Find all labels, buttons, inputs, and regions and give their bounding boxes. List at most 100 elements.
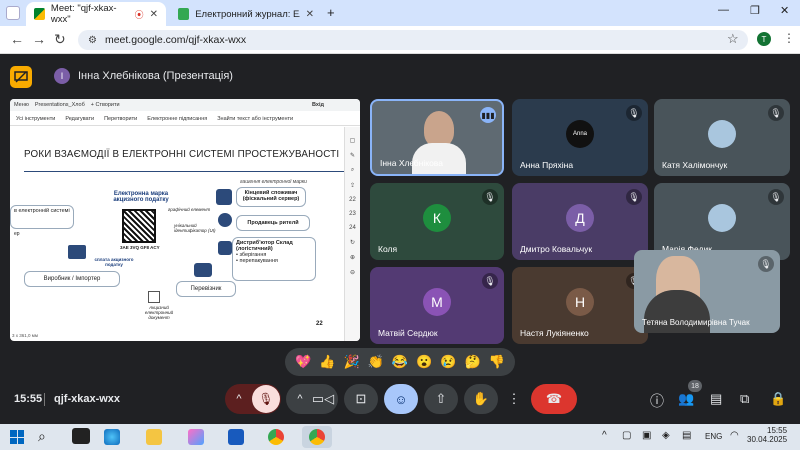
tray-app-icon[interactable]: ▣ bbox=[642, 430, 651, 441]
close-icon[interactable]: ✕ bbox=[306, 9, 314, 20]
restore-icon[interactable]: ❐ bbox=[750, 4, 760, 17]
captions-button[interactable]: ⊡ bbox=[344, 384, 378, 414]
activities-icon[interactable]: ⧉ bbox=[740, 391, 749, 407]
viewer-toolbar: Усі інструменти Редагувати Перетворити Е… bbox=[10, 112, 360, 126]
present-button[interactable]: ⇧ bbox=[424, 384, 458, 414]
viewer-tool: Перетворити bbox=[104, 115, 138, 122]
bookmark-star-icon[interactable]: ☆ bbox=[727, 31, 739, 47]
camera-button[interactable]: ▭◁ bbox=[311, 391, 335, 407]
task-view-icon[interactable] bbox=[72, 428, 90, 444]
minimize-icon[interactable]: — bbox=[718, 4, 729, 16]
document-icon bbox=[148, 291, 160, 303]
viewer-create: + Створити bbox=[90, 102, 120, 108]
word-icon[interactable] bbox=[228, 429, 244, 445]
edge-icon[interactable] bbox=[104, 429, 120, 445]
presentation-icon[interactable] bbox=[10, 66, 32, 88]
viewer-tool: Електронне підписання bbox=[147, 115, 208, 122]
browser-menu-icon[interactable]: ⋮ bbox=[783, 31, 795, 45]
divider bbox=[44, 393, 45, 406]
participant-tile[interactable]: 🎙 Катя Халімончук bbox=[654, 99, 790, 176]
present-screen-icon: ⇧ bbox=[435, 391, 447, 406]
reaction-party-button[interactable]: 🎉 bbox=[343, 354, 359, 370]
viewer-menu: Меню bbox=[14, 102, 29, 108]
reaction-thumbs-up-button[interactable]: 👍 bbox=[319, 354, 335, 370]
self-view-tile[interactable]: 🎙 Тетяна Володимирівна Тучак bbox=[634, 250, 780, 333]
emoji-button[interactable]: ☺ bbox=[384, 384, 418, 414]
chrome-active-task[interactable] bbox=[302, 426, 332, 448]
tray-chevron-icon[interactable]: ^ bbox=[602, 430, 607, 441]
close-icon[interactable]: ✕ bbox=[150, 9, 158, 20]
bullet-text: перепакування bbox=[239, 258, 278, 264]
tab-search-icon[interactable] bbox=[6, 6, 20, 20]
tab-meet[interactable]: Meet: "qjf-xkax-wxx" ⦿ ✕ bbox=[26, 2, 166, 26]
chrome-icon[interactable] bbox=[268, 429, 284, 445]
reload-icon[interactable]: ↻ bbox=[54, 31, 66, 48]
reaction-thumbs-down-button[interactable]: 👎 bbox=[489, 354, 505, 370]
viewer-side-panel: ▢ ✎ ⌕ ⇪ 22 23 24 ↻ ⊕ ⊖ bbox=[344, 127, 360, 341]
new-tab-button[interactable]: + bbox=[327, 5, 335, 20]
people-icon[interactable]: 👥 bbox=[678, 391, 694, 407]
tray-app-icon[interactable]: ▤ bbox=[682, 430, 691, 441]
mic-off-icon: 🎙 bbox=[482, 273, 498, 289]
url-bar[interactable]: ⚙ meet.google.com/qjf-xkax-wxx bbox=[78, 30, 748, 50]
mic-off-icon: 🎙 bbox=[626, 105, 642, 121]
clock-date: 30.04.2025 bbox=[747, 435, 788, 444]
mic-off-icon: 🎙 bbox=[768, 105, 784, 121]
slide-title: РОКИ ВЗАЄМОДІЇ В ЕЛЕКТРОННІ СИСТЕМІ ПРОС… bbox=[24, 149, 340, 160]
clock[interactable]: 15:55 30.04.2025 bbox=[747, 426, 787, 444]
tab-journal[interactable]: Електронний журнал: Електро ✕ bbox=[170, 2, 322, 26]
host-controls-icon[interactable]: 🔒 bbox=[770, 391, 786, 407]
reaction-heart-button[interactable]: 💖 bbox=[295, 354, 311, 370]
forward-icon[interactable]: → bbox=[32, 31, 46, 47]
more-options-button[interactable]: ⋮ bbox=[503, 384, 525, 414]
mic-options-chevron-icon[interactable]: ^ bbox=[226, 393, 252, 405]
participant-tile[interactable]: М 🎙 Матвій Сердюк bbox=[370, 267, 504, 344]
participant-tile[interactable]: К 🎙 Коля bbox=[370, 183, 504, 260]
mic-off-button[interactable]: 🎙 bbox=[252, 385, 280, 413]
reaction-surprised-button[interactable]: 😮 bbox=[416, 354, 432, 370]
file-explorer-icon[interactable] bbox=[146, 429, 162, 445]
tray-app-icon[interactable]: ▢ bbox=[622, 430, 631, 441]
reaction-laugh-button[interactable]: 😂 bbox=[392, 354, 408, 370]
chat-icon[interactable]: ▤ bbox=[710, 391, 722, 407]
profile-avatar[interactable]: T bbox=[757, 32, 771, 46]
participant-tile[interactable]: Д 🎙 Дмитро Ковальчук bbox=[512, 183, 648, 260]
participant-tile[interactable]: Anna 🎙 Анна Пряхіна bbox=[512, 99, 648, 176]
reaction-clap-button[interactable]: 👏 bbox=[368, 354, 384, 370]
raise-hand-button[interactable]: ✋ bbox=[464, 384, 498, 414]
participant-tile[interactable]: Н 🎙 Настя Лукіяненко bbox=[512, 267, 648, 344]
unique-id-label: унікальний ідентифікатор (UI) bbox=[174, 223, 216, 233]
participant-avatar bbox=[708, 203, 736, 232]
participant-name: Тетяна Володимирівна Тучак bbox=[642, 318, 750, 327]
tray-app-icon[interactable]: ◈ bbox=[662, 430, 670, 441]
reaction-thinking-button[interactable]: 🤔 bbox=[465, 354, 481, 370]
edit-icon: ✎ bbox=[349, 153, 356, 159]
mic-group: ^ 🎙 bbox=[225, 384, 281, 414]
language-indicator[interactable]: ENG bbox=[705, 432, 722, 441]
info-icon[interactable]: ⓘ bbox=[650, 391, 664, 411]
presentation-title: Інна Хлебнікова (Презентація) bbox=[78, 70, 233, 82]
taskbar bbox=[0, 424, 800, 450]
site-info-icon[interactable]: ⚙ bbox=[88, 35, 97, 46]
distributor-bullet: • перепакування bbox=[236, 258, 278, 264]
leave-call-button[interactable]: ☎ bbox=[531, 384, 577, 414]
reaction-sad-button[interactable]: 😢 bbox=[440, 354, 456, 370]
journal-favicon-icon bbox=[178, 8, 190, 20]
windows-start-icon[interactable] bbox=[10, 430, 24, 444]
viewer-file-tab: Presentations_Хлоб bbox=[34, 102, 85, 108]
search-icon[interactable]: ⌕ bbox=[38, 428, 46, 445]
url-text: meet.google.com/qjf-xkax-wxx bbox=[104, 34, 247, 46]
participant-tile[interactable]: ▮▮▮ Інна Хлєбнікова bbox=[370, 99, 504, 176]
camera-options-chevron-icon[interactable]: ^ bbox=[289, 393, 311, 405]
slide-page-number: 22 bbox=[316, 321, 323, 327]
participant-avatar bbox=[708, 119, 736, 148]
copilot-icon[interactable] bbox=[188, 429, 204, 445]
participant-avatar: Д bbox=[566, 203, 594, 232]
zoom-in-icon: ⊕ bbox=[349, 255, 356, 261]
participant-name: Настя Лукіяненко bbox=[520, 328, 589, 338]
close-window-icon[interactable]: ✕ bbox=[780, 4, 789, 17]
chrome-icon bbox=[309, 429, 325, 445]
back-icon[interactable]: ← bbox=[10, 31, 24, 47]
participant-tile[interactable]: 🎙 Марія Федик bbox=[654, 183, 790, 260]
network-icon[interactable]: ◠ bbox=[730, 430, 739, 441]
